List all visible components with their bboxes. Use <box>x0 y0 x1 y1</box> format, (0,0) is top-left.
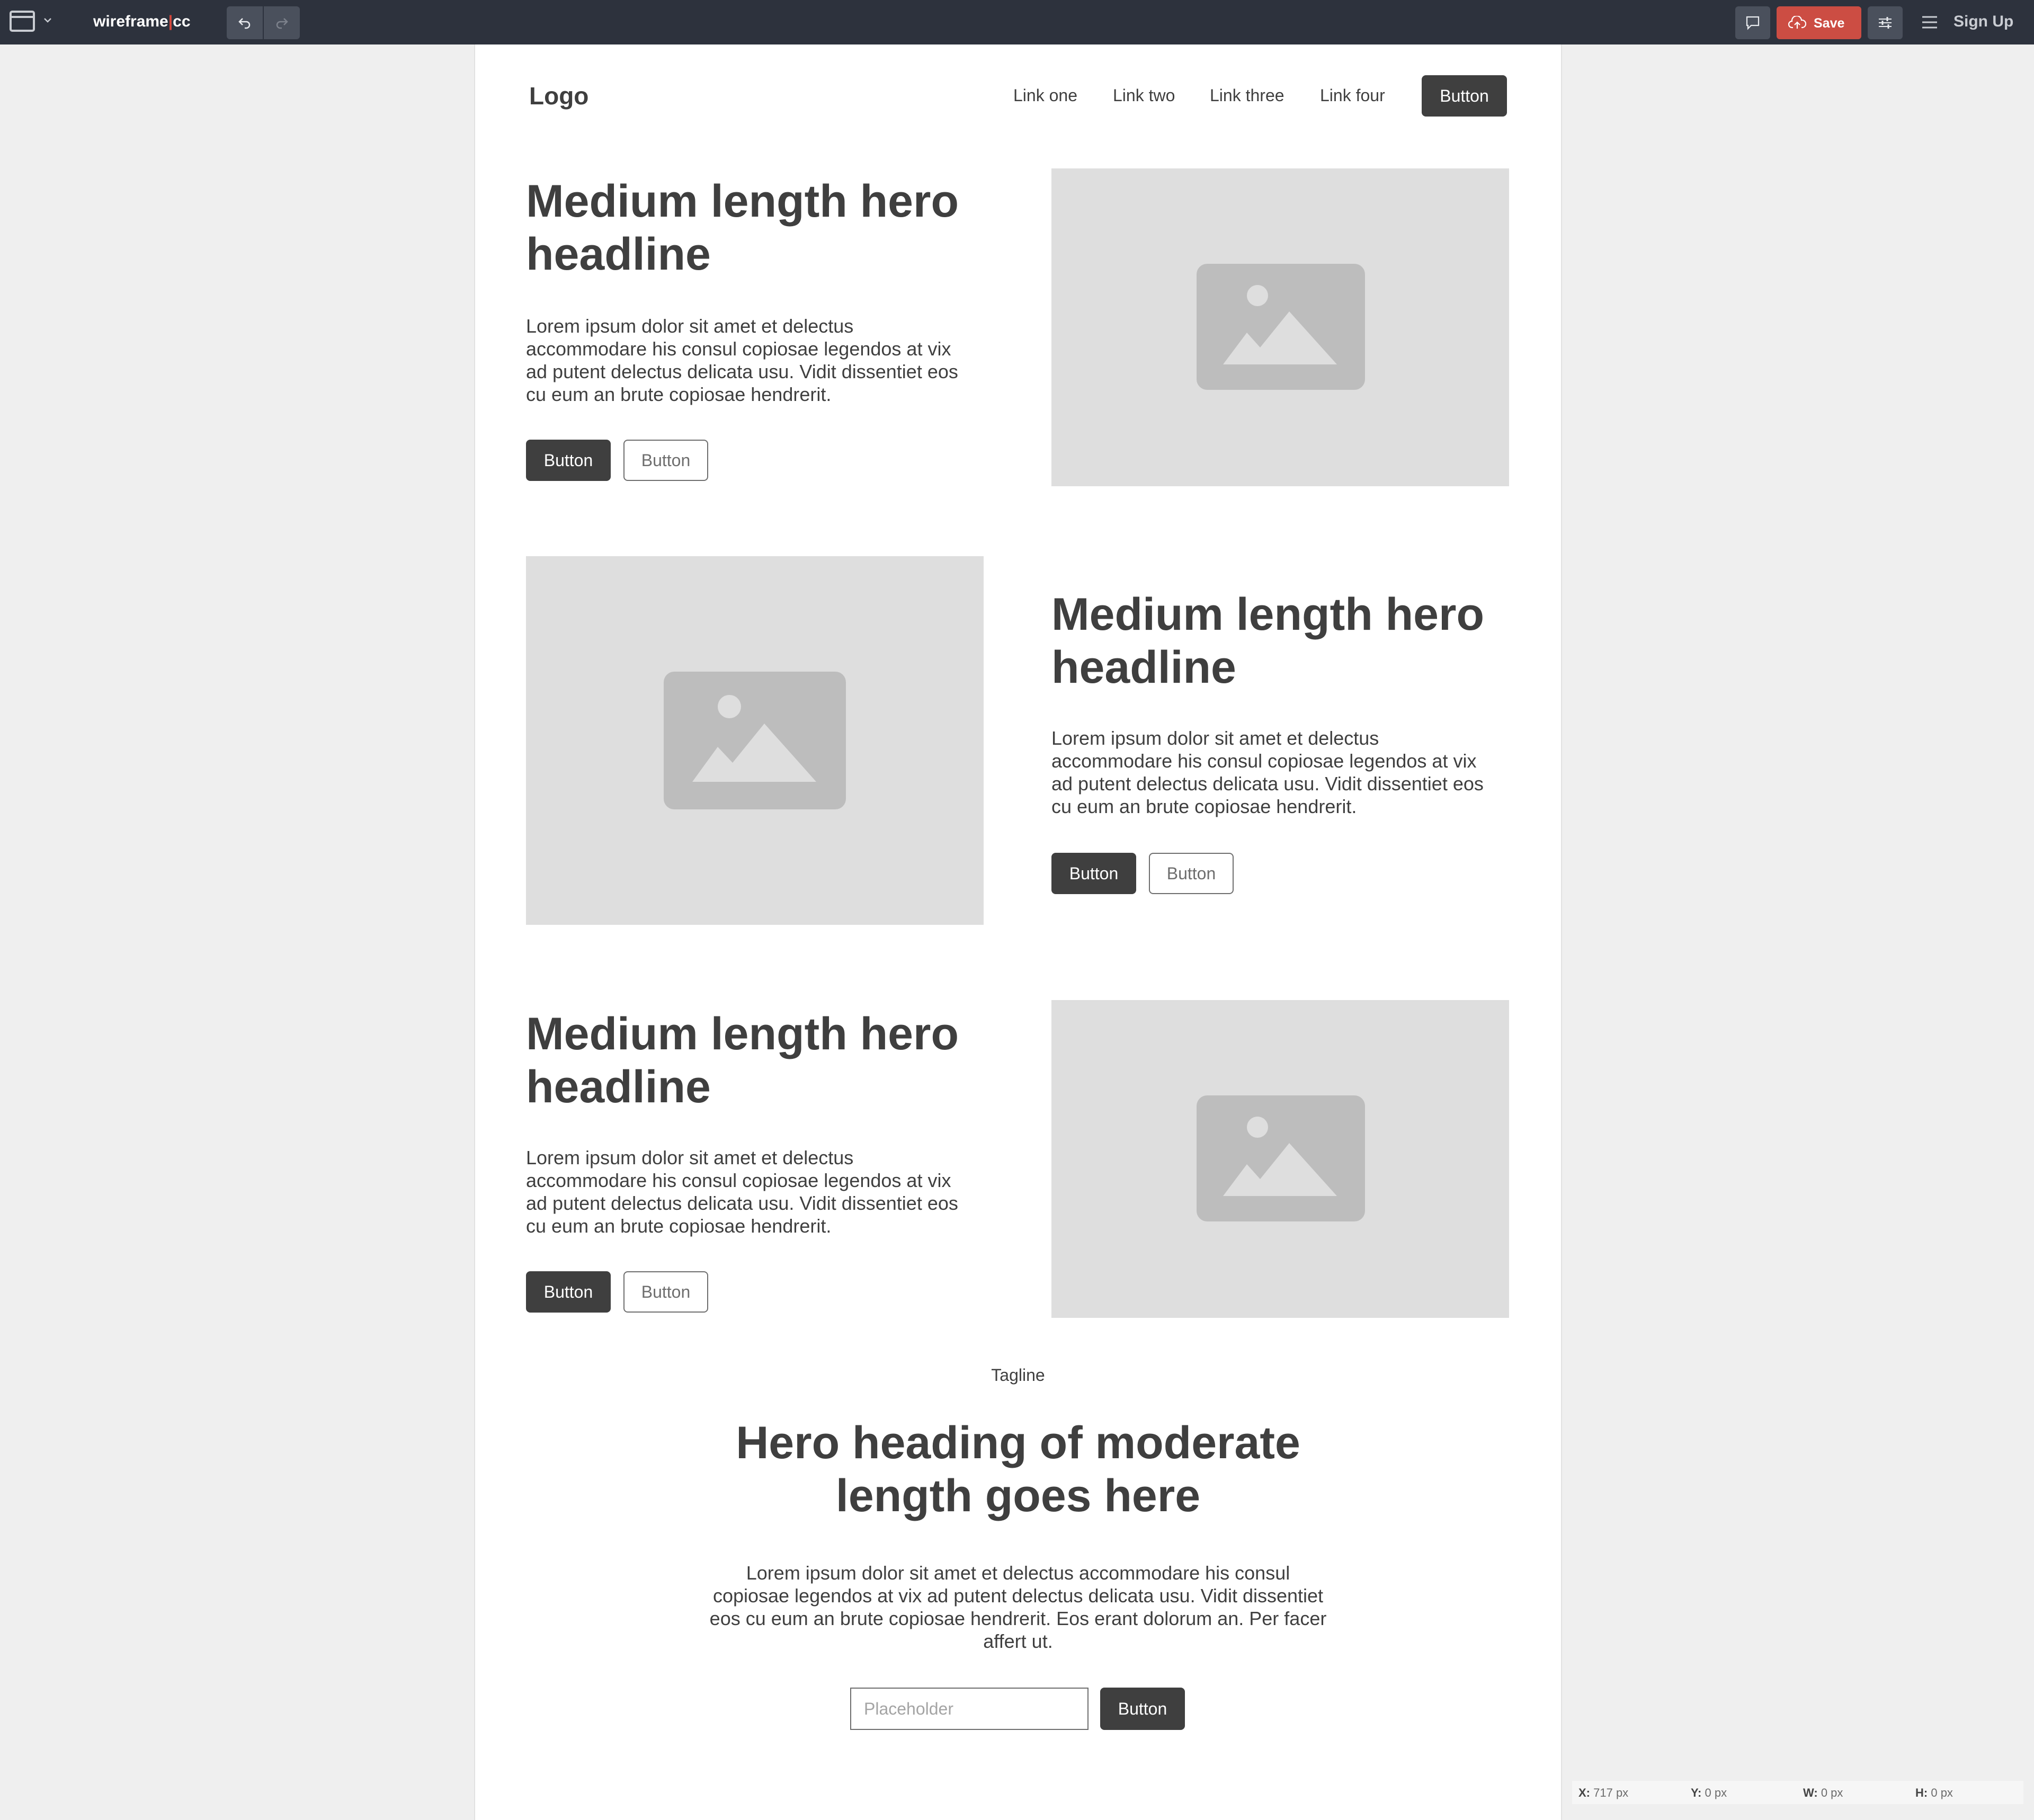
hamburger-menu-icon[interactable] <box>1921 14 1939 31</box>
section-1-secondary-button[interactable]: Button <box>623 440 708 481</box>
brand-logo[interactable]: wireframe|cc <box>93 13 191 31</box>
section-1-body: Lorem ipsum dolor sit amet et delectus a… <box>526 315 958 405</box>
save-label: Save <box>1814 16 1845 31</box>
save-button[interactable]: Save <box>1777 6 1861 39</box>
section-2-primary-button[interactable]: Button <box>1051 853 1136 894</box>
section-2-image-placeholder <box>526 556 984 925</box>
image-icon <box>1197 264 1365 390</box>
section-1-image-placeholder <box>1051 168 1509 486</box>
app-toolbar: wireframe|cc Save Sign Up <box>0 0 2034 44</box>
section-3-secondary-button[interactable]: Button <box>623 1271 708 1313</box>
settings-button[interactable] <box>1868 6 1903 39</box>
cta-submit-button[interactable]: Button <box>1100 1688 1185 1730</box>
chevron-down-icon[interactable] <box>42 15 53 25</box>
nav-link-one[interactable]: Link one <box>1013 86 1077 105</box>
section-2-body: Lorem ipsum dolor sit amet et delectus a… <box>1051 727 1484 817</box>
cta-body: Lorem ipsum dolor sit amet et delectus a… <box>709 1562 1327 1652</box>
nav-link-four[interactable]: Link four <box>1320 86 1385 105</box>
image-icon <box>664 672 846 809</box>
h-readout: H: 0 px <box>1915 1786 1953 1799</box>
nav-link-two[interactable]: Link two <box>1113 86 1175 105</box>
comment-button[interactable] <box>1735 6 1770 39</box>
section-1-headline: Medium length hero headline <box>526 176 959 280</box>
coordinates-status-bar: X: 717 px Y: 0 px W: 0 px H: 0 px <box>1572 1781 2023 1804</box>
section-2-secondary-button[interactable]: Button <box>1149 853 1234 894</box>
history-group <box>227 6 300 39</box>
section-3-body: Lorem ipsum dolor sit amet et delectus a… <box>526 1147 958 1237</box>
image-icon <box>1197 1095 1365 1221</box>
redo-button[interactable] <box>264 6 300 39</box>
section-3-headline: Medium length hero headline <box>526 1009 959 1112</box>
nav-link-three[interactable]: Link three <box>1210 86 1284 105</box>
section-3-image-placeholder <box>1051 1000 1509 1318</box>
window-icon[interactable] <box>10 11 35 32</box>
w-readout: W: 0 px <box>1803 1786 1843 1799</box>
section-1-primary-button[interactable]: Button <box>526 440 611 481</box>
redo-icon <box>276 18 288 29</box>
tagline: Tagline <box>991 1366 1045 1385</box>
sign-up-link[interactable]: Sign Up <box>1953 13 2013 31</box>
email-input[interactable]: Placeholder <box>850 1688 1089 1730</box>
undo-button[interactable] <box>227 6 264 39</box>
nav-button[interactable]: Button <box>1422 75 1507 117</box>
wireframe-page: Logo Link one Link two Link three Link f… <box>474 44 1562 1820</box>
cta-heading: Hero heading of moderate length goes her… <box>736 1417 1300 1521</box>
sliders-icon <box>1879 17 1892 29</box>
section-3-primary-button[interactable]: Button <box>526 1271 611 1313</box>
cloud-upload-icon <box>1788 16 1806 29</box>
section-2-headline: Medium length hero headline <box>1051 589 1484 693</box>
comment-icon <box>1746 16 1760 30</box>
x-readout: X: 717 px <box>1578 1786 1629 1799</box>
undo-icon <box>238 18 251 29</box>
y-readout: Y: 0 px <box>1691 1786 1727 1799</box>
logo[interactable]: Logo <box>529 82 588 110</box>
